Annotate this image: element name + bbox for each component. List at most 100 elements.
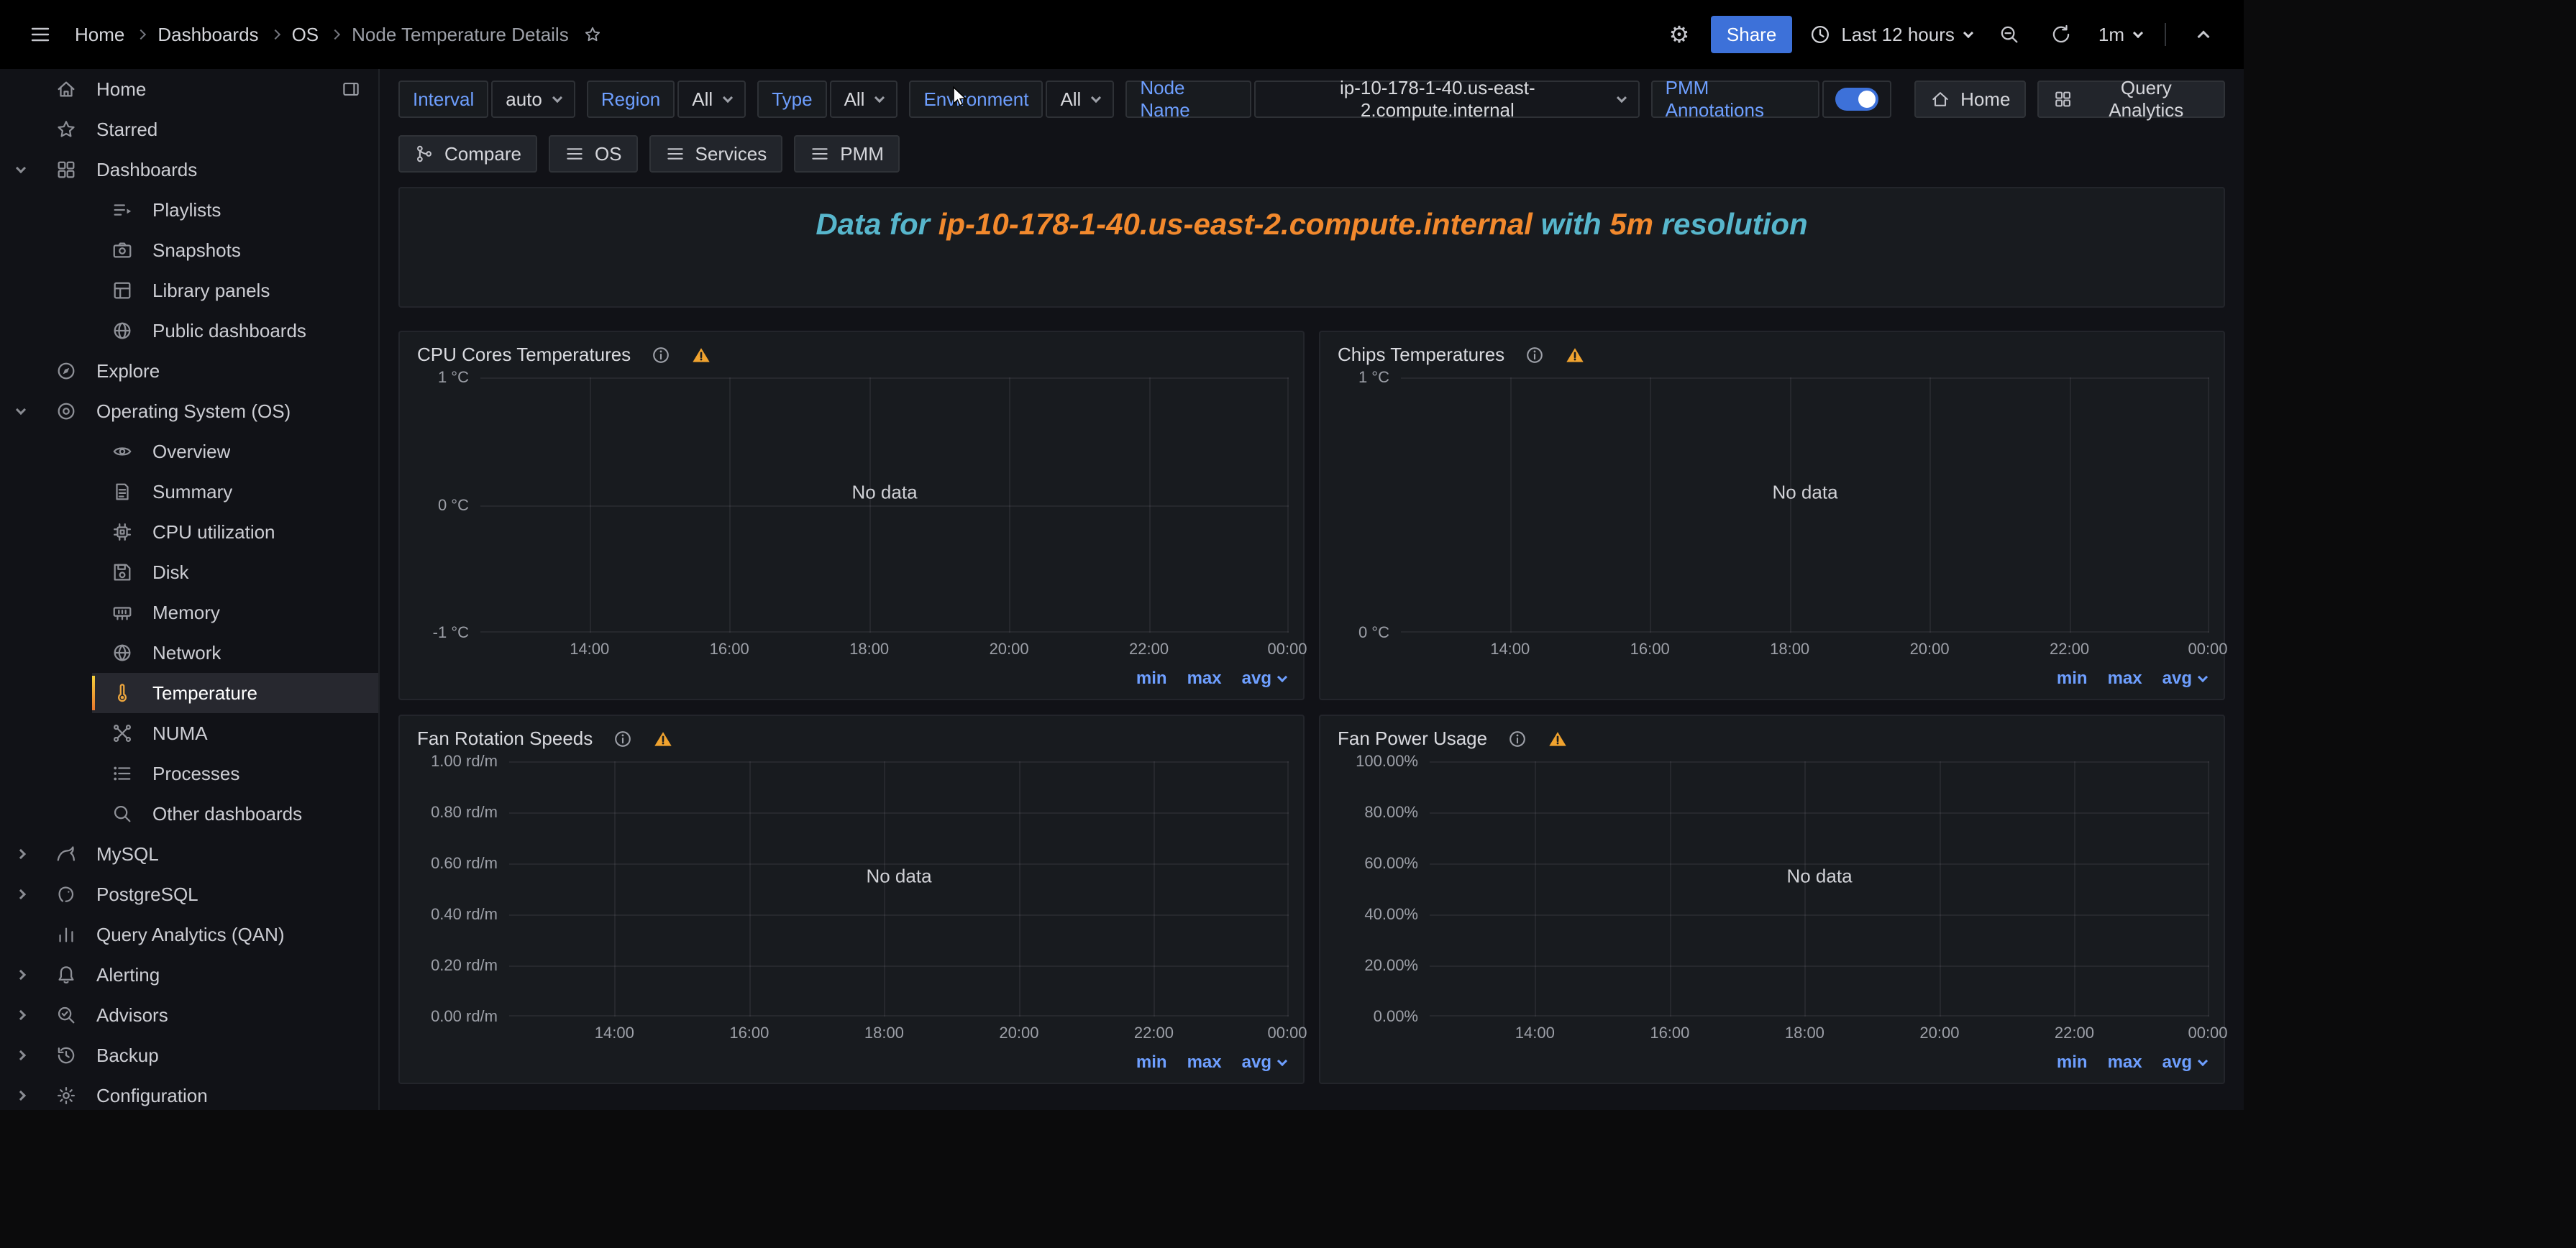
legend-max[interactable]: max [2108,669,2142,689]
panel-title[interactable]: Chips Temperatures [1338,344,1504,366]
breadcrumb-current: Node Temperature Details [352,24,569,46]
refresh-interval-dropdown[interactable]: 1m [2093,14,2147,55]
button-label: PMM [840,143,884,165]
sidebar-item-playlists[interactable]: Playlists [92,190,378,230]
sidebar-item-starred[interactable]: Starred [0,109,378,150]
panel-title[interactable]: CPU Cores Temperatures [417,344,631,366]
variable-node-name-dropdown[interactable]: ip-10-178-1-40.us-east-2.compute.interna… [1254,81,1640,118]
x-tick: 16:00 [729,1024,769,1042]
sidebar-item-postgresql[interactable]: PostgreSQL [0,874,378,914]
plot-area[interactable]: No data [480,377,1289,633]
legend-max[interactable]: max [1187,1052,1222,1073]
info-icon[interactable] [1507,729,1527,749]
variable-type-dropdown[interactable]: All [830,81,898,118]
legend-avg-label: avg [2162,1052,2192,1073]
sidebar-item-explore[interactable]: Explore [0,351,378,391]
sidebar-item-disk[interactable]: Disk [92,552,378,592]
pmm-annotations-label: PMM Annotations [1651,81,1819,118]
y-tick: 20.00% [1364,956,1418,975]
cpu-icon [111,520,134,543]
legend-min[interactable]: min [2057,669,2088,689]
query-analytics-button[interactable]: Query Analytics [2037,81,2225,118]
chevron-right-icon [16,889,26,899]
legend-avg-label: avg [1242,1052,1271,1073]
legend-avg[interactable]: avg [1242,1052,1286,1073]
y-tick: 1.00 rd/m [431,752,498,771]
sidebar-item-cpu-utilization[interactable]: CPU utilization [92,512,378,552]
variable-environment-dropdown[interactable]: All [1046,81,1114,118]
legend-avg[interactable]: avg [2162,669,2206,689]
sidebar-item-mysql[interactable]: MySQL [0,834,378,874]
pmm-annotations-toggle[interactable] [1835,88,1878,111]
legend-avg[interactable]: avg [2162,1052,2206,1073]
sidebar-item-query-analytics[interactable]: Query Analytics (QAN) [0,914,378,955]
sidebar-item-temperature[interactable]: Temperature [92,673,378,713]
y-tick: 60.00% [1364,854,1418,873]
menu-button[interactable] [20,14,60,55]
breadcrumb-dashboards[interactable]: Dashboards [157,24,258,46]
panel-title[interactable]: Fan Power Usage [1338,728,1487,750]
dashboard-settings-button[interactable]: ⚙ [1659,14,1699,55]
services-link-button[interactable]: Services [649,135,783,173]
sidebar-item-processes[interactable]: Processes [92,753,378,794]
sidebar-item-public-dashboards[interactable]: Public dashboards [92,311,378,351]
warning-icon[interactable] [1548,729,1568,749]
variable-label: Interval [398,81,488,118]
sidebar-item-home[interactable]: Home [0,69,378,109]
zoom-out-button[interactable] [1989,14,2029,55]
panel-title[interactable]: Fan Rotation Speeds [417,728,593,750]
os-link-button[interactable]: OS [549,135,638,173]
sidebar-item-overview[interactable]: Overview [92,431,378,472]
refresh-button[interactable] [2041,14,2081,55]
info-icon[interactable] [651,345,671,365]
kiosk-toggle-button[interactable] [2183,14,2224,55]
breadcrumb-os[interactable]: OS [292,24,319,46]
sidebar-item-summary[interactable]: Summary [92,472,378,512]
legend-min[interactable]: min [2057,1052,2088,1073]
sidebar-item-configuration[interactable]: Configuration [0,1075,378,1110]
legend-avg[interactable]: avg [1242,669,1286,689]
variable-interval-dropdown[interactable]: auto [491,81,575,118]
legend-max[interactable]: max [1187,669,1222,689]
bell-icon [55,963,78,986]
compare-link-button[interactable]: Compare [398,135,537,173]
breadcrumb-home[interactable]: Home [75,24,124,46]
globe-icon [111,319,134,342]
plot-area[interactable]: No data [1430,761,2209,1017]
info-icon[interactable] [1525,345,1545,365]
sidebar-item-advisors[interactable]: Advisors [0,995,378,1035]
y-tick: 0.80 rd/m [431,803,498,822]
plot-area[interactable]: No data [1401,377,2209,633]
share-button[interactable]: Share [1711,16,1792,53]
info-icon[interactable] [613,729,633,749]
legend-min[interactable]: min [1136,669,1167,689]
y-axis: 1.00 rd/m 0.80 rd/m 0.60 rd/m 0.40 rd/m … [414,761,509,1045]
legend-min[interactable]: min [1136,1052,1167,1073]
time-range-picker[interactable]: Last 12 hours [1804,14,1978,55]
sidebar-item-network[interactable]: Network [92,633,378,673]
warning-icon[interactable] [653,729,673,749]
warning-icon[interactable] [1565,345,1585,365]
sidebar-item-dashboards[interactable]: Dashboards [0,150,378,190]
x-tick: 20:00 [1919,1024,1959,1042]
home-dashboard-button[interactable]: Home [1914,81,2026,118]
sidebar-item-memory[interactable]: Memory [92,592,378,633]
warning-icon[interactable] [691,345,711,365]
sidebar-item-snapshots[interactable]: Snapshots [92,230,378,270]
sidebar-item-label: Operating System (OS) [96,400,291,423]
collapse-sidebar-button[interactable] [341,79,378,99]
sidebar-item-other-dashboards[interactable]: Other dashboards [92,794,378,834]
favorite-star-button[interactable] [583,25,602,44]
sidebar-item-operating-system[interactable]: Operating System (OS) [0,391,378,431]
disk-icon [111,561,134,584]
variable-region-dropdown[interactable]: All [677,81,746,118]
sidebar-item-alerting[interactable]: Alerting [0,955,378,995]
sidebar-item-backup[interactable]: Backup [0,1035,378,1075]
pmm-link-button[interactable]: PMM [794,135,900,173]
legend-max[interactable]: max [2108,1052,2142,1073]
chevron-down-icon [552,93,562,103]
banner-middle: with [1533,207,1609,241]
sidebar-item-numa[interactable]: NUMA [92,713,378,753]
plot-area[interactable]: No data [509,761,1289,1017]
sidebar-item-library-panels[interactable]: Library panels [92,270,378,311]
